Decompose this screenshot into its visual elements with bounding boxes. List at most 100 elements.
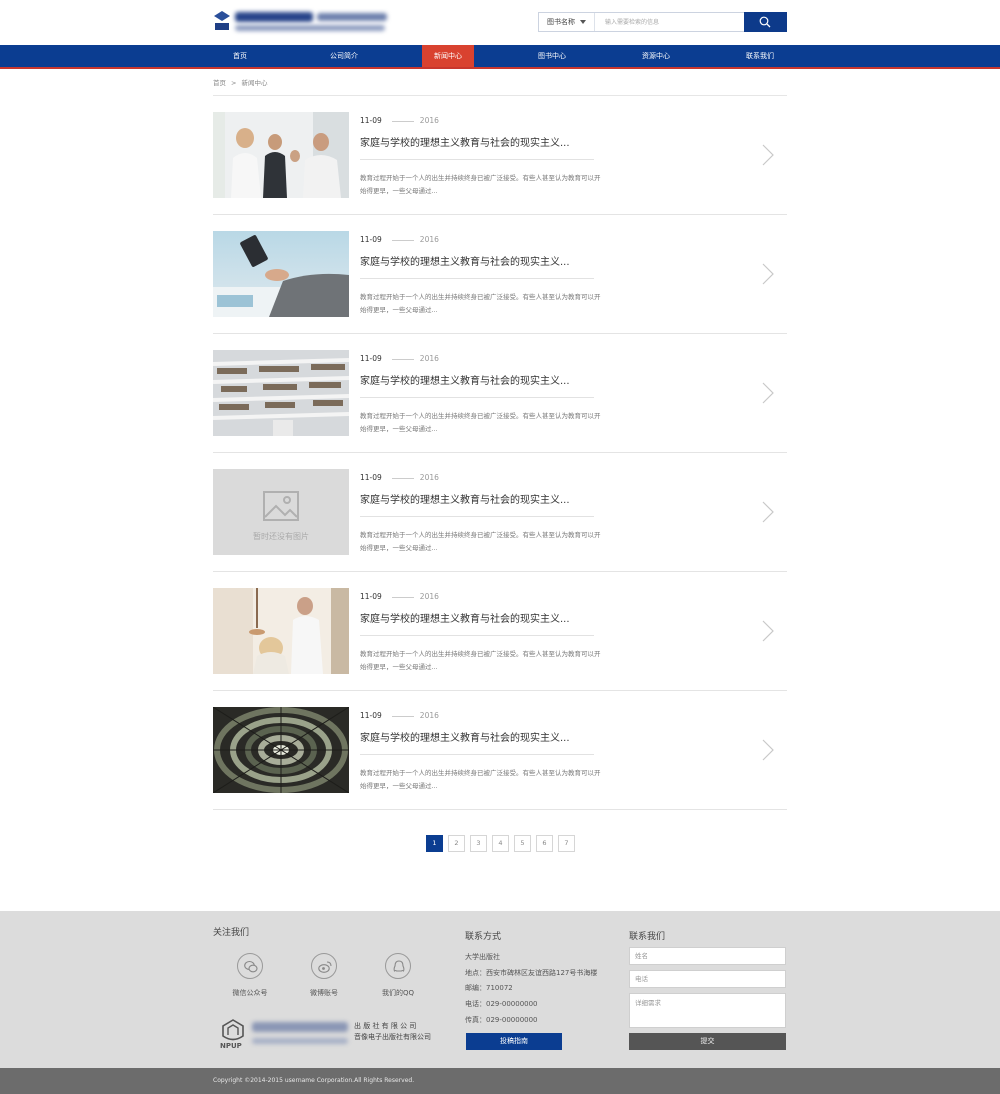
phone-field[interactable] [629,970,786,988]
contact-title: 联系方式 [465,932,502,942]
site-logo[interactable] [213,8,391,36]
breadcrumb-home-link[interactable]: 首页 [213,79,226,87]
submit-button[interactable]: 提交 [629,1033,786,1050]
news-item[interactable]: 11-09 2016 家庭与学校的理想主义教育与社会的现实主义... 教育过程开始… [213,334,787,453]
breadcrumb-current: 新闻中心 [241,79,268,87]
news-title[interactable]: 家庭与学校的理想主义教育与社会的现实主义... [360,253,570,268]
news-date-year: 2016 [419,235,439,244]
page-button[interactable]: 1 [426,835,443,852]
name-field[interactable] [629,947,786,965]
copyright: Copyright ©2014-2015 username Corporatio… [0,1068,1000,1094]
news-date: 11-09 2016 [360,711,439,720]
news-item[interactable]: 11-09 2016 家庭与学校的理想主义教育与社会的现实主义... 教育过程开始… [213,572,787,691]
news-date-year: 2016 [419,354,439,363]
news-date: 11-09 2016 [360,235,439,244]
contact-info: 大学出版社 地点：西安市碑林区友谊西路127号书海楼 邮编：710072 电话：… [465,950,597,1029]
nav-item-about[interactable]: 公司简介 [292,45,396,67]
contact-line: 地点：西安市碑林区友谊西路127号书海楼 [465,968,598,977]
news-summary: 教育过程开始于一个人的出生并持续终身已被广泛接受。有些人甚至认为教育可以开始得更… [360,650,601,671]
search-bar: 图书名称 [538,12,787,32]
submission-guide-button[interactable]: 投稿指南 [466,1033,562,1050]
nav-item-contact[interactable]: 联系我们 [708,45,812,67]
news-date-day: 11-09 [360,354,382,363]
news-divider [360,754,594,755]
social-weibo[interactable]: 微博账号 [294,953,354,998]
university-emblem-icon [214,11,230,30]
nav-item-home[interactable]: 首页 [188,45,292,67]
page-button[interactable]: 7 [558,835,575,852]
chevron-right-icon[interactable] [761,382,775,404]
news-title[interactable]: 家庭与学校的理想主义教育与社会的现实主义... [360,729,570,744]
people-meeting-photo[interactable] [213,112,349,198]
news-item[interactable]: 11-09 2016 家庭与学校的理想主义教育与社会的现实主义... 教育过程开始… [213,215,787,334]
news-date: 11-09 2016 [360,354,439,363]
news-date-day: 11-09 [360,711,382,720]
chevron-right-icon[interactable] [761,263,775,285]
news-item[interactable]: 11-09 2016 家庭与学校的理想主义教育与社会的现实主义... 教育过程开始… [213,691,787,810]
page-button[interactable]: 6 [536,835,553,852]
news-summary: 教育过程开始于一个人的出生并持续终身已被广泛接受。有些人甚至认为教育可以开始得更… [360,412,601,433]
news-date-year: 2016 [419,711,439,720]
social-label: 微信公众号 [232,989,268,997]
bookshelf-tunnel-photo[interactable] [213,707,349,793]
weibo-icon [318,961,332,973]
placeholder-text: 暂时还没有图片 [253,532,309,541]
contact-line: 大学出版社 [465,953,500,961]
contact-line: 电话：029-00000000 [465,1000,538,1009]
news-divider [360,159,594,160]
news-divider [360,635,594,636]
logo-line1: 出 版 社 有 限 公 司 [354,1022,417,1030]
news-date-day: 11-09 [360,592,382,601]
social-qq[interactable]: 我们的QQ [368,953,428,998]
image-placeholder[interactable]: 暂时还没有图片 [213,469,349,555]
footer-logo: NPUP 出 版 社 有 限 公 司 音像电子出版社有限公司 [220,1019,434,1053]
social-wechat[interactable]: 微信公众号 [220,953,280,998]
news-date-year: 2016 [419,592,439,601]
chevron-right-icon[interactable] [761,144,775,166]
site-header: 图书名称 [0,0,1000,45]
news-list: 11-09 2016 家庭与学校的理想主义教育与社会的现实主义... 教育过程开始… [213,96,787,810]
main-nav: 首页 公司简介 新闻中心 图书中心 资源中心 联系我们 [0,45,1000,69]
news-date: 11-09 2016 [360,473,439,482]
chevron-right-icon[interactable] [761,739,775,761]
nav-item-books[interactable]: 图书中心 [500,45,604,67]
page-button[interactable]: 5 [514,835,531,852]
news-date: 11-09 2016 [360,116,439,125]
nav-item-news[interactable]: 新闻中心 [422,45,474,67]
news-summary: 教育过程开始于一个人的出生并持续终身已被广泛接受。有些人甚至认为教育可以开始得更… [360,174,601,195]
page-button[interactable]: 3 [470,835,487,852]
news-summary: 教育过程开始于一个人的出生并持续终身已被广泛接受。有些人甚至认为教育可以开始得更… [360,531,601,552]
news-date-day: 11-09 [360,473,382,482]
page-button[interactable]: 4 [492,835,509,852]
image-icon [263,491,299,521]
news-title[interactable]: 家庭与学校的理想主义教育与社会的现实主义... [360,610,570,625]
news-item[interactable]: 暂时还没有图片 11-09 2016 家庭与学校的理想主义教育与社会的现实主义..… [213,453,787,572]
search-button[interactable] [744,12,787,32]
news-item[interactable]: 11-09 2016 家庭与学校的理想主义教育与社会的现实主义... 教育过程开始… [213,96,787,215]
contact-line: 传真：029-00000000 [465,1015,538,1024]
library-interior-photo[interactable] [213,350,349,436]
news-title[interactable]: 家庭与学校的理想主义教育与社会的现实主义... [360,491,570,506]
search-category-select[interactable]: 图书名称 [539,13,595,31]
news-title[interactable]: 家庭与学校的理想主义教育与社会的现实主义... [360,134,570,149]
chevron-right-icon[interactable] [761,501,775,523]
follow-title: 关注我们 [213,928,250,938]
news-date-year: 2016 [419,473,439,482]
detail-field[interactable] [629,993,786,1028]
news-date: 11-09 2016 [360,592,439,601]
nav-item-resources[interactable]: 资源中心 [604,45,708,67]
page-button[interactable]: 2 [448,835,465,852]
breadcrumb-separator: > [231,79,237,87]
qq-icon [393,960,405,972]
search-category-label: 图书名称 [547,18,575,26]
office-people-photo[interactable] [213,588,349,674]
search-icon [759,16,771,28]
news-title[interactable]: 家庭与学校的理想主义教育与社会的现实主义... [360,372,570,387]
wechat-icon [244,960,258,973]
social-label: 我们的QQ [381,989,415,997]
logo-mark-text: NPUP [220,1042,242,1050]
chevron-right-icon[interactable] [761,620,775,642]
tablet-desk-photo[interactable] [213,231,349,317]
form-title: 联系我们 [629,932,666,942]
search-input[interactable] [597,13,743,31]
